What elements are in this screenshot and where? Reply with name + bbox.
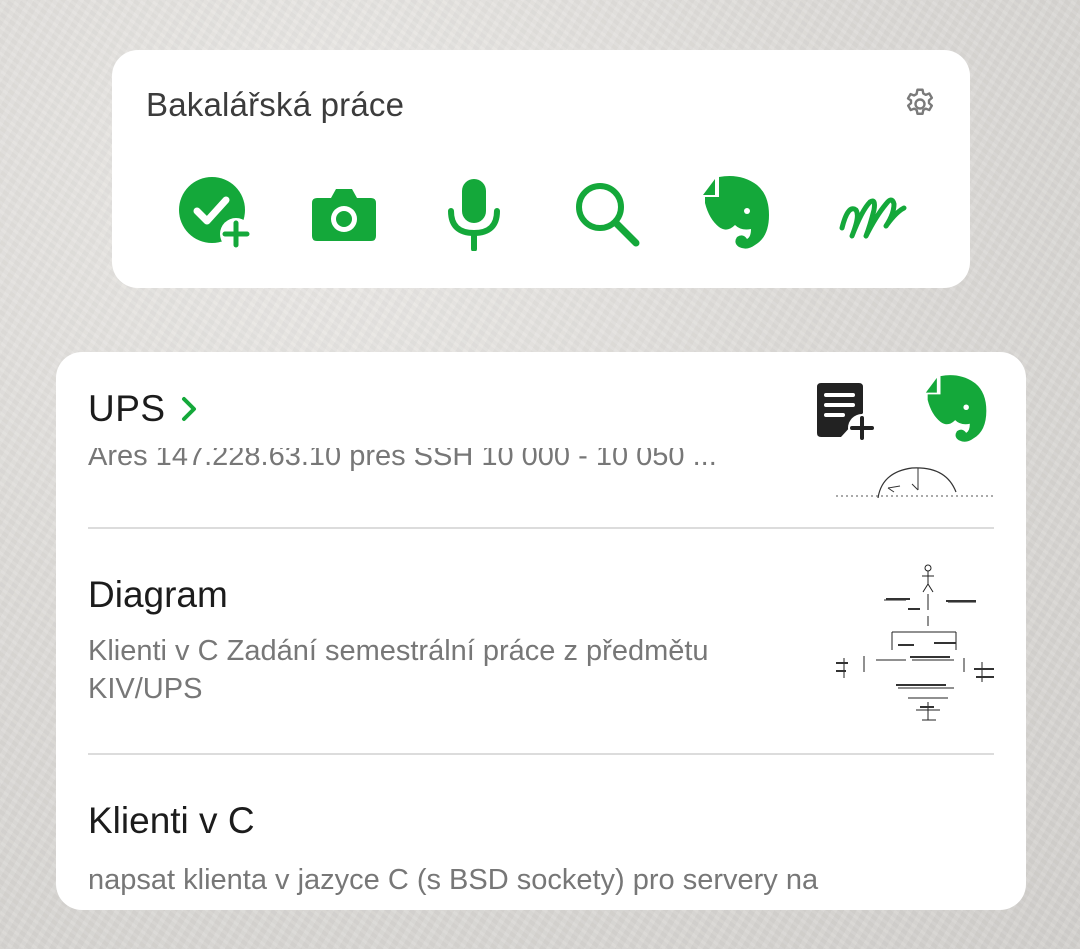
handwriting-button[interactable] — [832, 174, 912, 254]
divider — [88, 527, 994, 529]
new-note-button[interactable] — [814, 378, 878, 444]
list-item[interactable]: Ares 147.228.63.10 pres SSH 10 000 - 10 … — [88, 448, 818, 482]
chevron-right-icon — [180, 395, 202, 423]
notebook-header[interactable]: UPS — [88, 388, 202, 430]
divider — [88, 753, 994, 755]
new-note-icon — [817, 383, 876, 442]
note-snippet: Klienti v C Zadání semestrální práce z p… — [88, 635, 709, 705]
check-plus-icon — [179, 177, 252, 250]
note-snippet: Ares 147.228.63.10 pres SSH 10 000 - 10 … — [88, 448, 717, 472]
camera-button[interactable] — [304, 174, 384, 254]
quick-actions-widget: Bakalářská práce — [112, 50, 970, 288]
evernote-app-button[interactable] — [922, 374, 992, 446]
elephant-icon — [925, 375, 987, 442]
notebook-title[interactable]: Bakalářská práce — [146, 86, 404, 124]
evernote-button[interactable] — [697, 174, 777, 254]
note-thumbnail — [836, 456, 996, 498]
new-task-button[interactable] — [176, 174, 256, 254]
microphone-icon — [448, 179, 500, 251]
search-button[interactable] — [567, 174, 647, 254]
audio-button[interactable] — [434, 174, 514, 254]
note-title[interactable]: Klienti v C — [88, 800, 255, 842]
note-title[interactable]: Diagram — [88, 574, 228, 616]
elephant-icon — [703, 176, 769, 249]
gear-icon — [906, 88, 934, 115]
note-thumbnail — [836, 560, 996, 730]
list-item[interactable]: napsat klienta v jazyce C (s BSD sockety… — [88, 860, 928, 896]
note-list-widget: UPS Ares 147.228.63.10 pres SSH 10 000 -… — [56, 352, 1026, 910]
squiggle-icon — [839, 197, 907, 239]
note-snippet: napsat klienta v jazyce C (s BSD sockety… — [88, 864, 819, 896]
search-icon — [576, 183, 640, 247]
settings-button[interactable] — [900, 84, 940, 124]
notebook-name: UPS — [88, 388, 166, 429]
camera-icon — [312, 189, 376, 241]
